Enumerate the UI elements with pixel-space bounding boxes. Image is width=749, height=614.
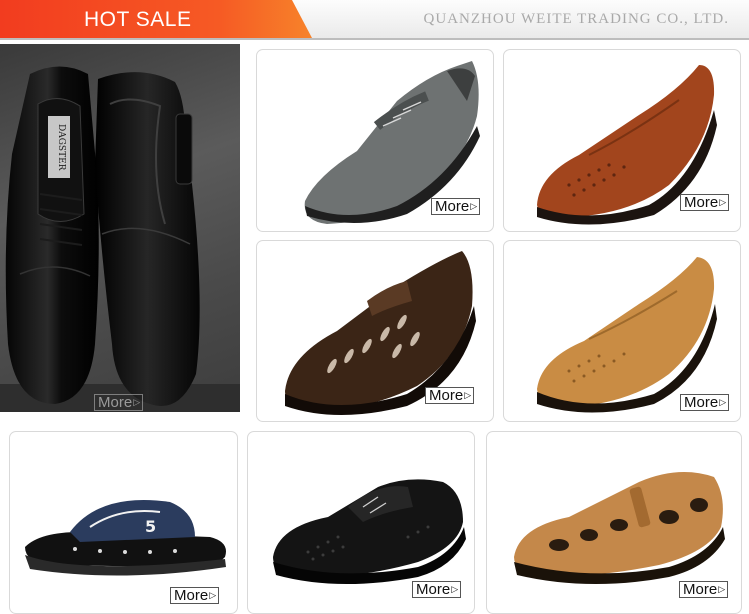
- more-label: More: [174, 587, 209, 604]
- more-label: More: [416, 581, 451, 598]
- play-triangle-icon: ▷: [209, 590, 217, 600]
- product-card[interactable]: More ▷: [256, 240, 494, 422]
- play-triangle-icon: ▷: [718, 584, 726, 594]
- play-triangle-icon: ▷: [719, 397, 727, 407]
- more-button[interactable]: More ▷: [412, 581, 462, 598]
- play-triangle-icon: ▷: [133, 397, 141, 407]
- feature-more-button[interactable]: More ▷: [94, 394, 144, 411]
- brand-label: DAGSTER: [56, 124, 66, 171]
- more-button[interactable]: More ▷: [679, 581, 729, 598]
- play-triangle-icon: ▷: [470, 201, 478, 211]
- more-button[interactable]: More ▷: [680, 194, 730, 211]
- play-triangle-icon: ▷: [719, 197, 727, 207]
- tan-perforated-loafer-image: [537, 257, 717, 413]
- header-bar: HOT SALE QUANZHOU WEITE TRADING CO., LTD…: [0, 0, 749, 40]
- more-label: More: [683, 581, 718, 598]
- more-label: More: [98, 394, 133, 411]
- hot-sale-title: HOT SALE: [84, 8, 192, 31]
- product-card[interactable]: More ▷: [247, 431, 475, 614]
- black-sport-slide-image: 5: [25, 500, 226, 576]
- product-card[interactable]: More ▷: [256, 49, 494, 232]
- black-oxford-shoes-image: DAGSTER: [0, 66, 240, 412]
- black-perforated-lace-up-image: [273, 479, 466, 585]
- play-triangle-icon: ▷: [464, 390, 472, 400]
- hot-sale-banner: HOT SALE: [0, 0, 312, 38]
- product-card[interactable]: More ▷: [486, 431, 742, 614]
- header-divider: [0, 38, 749, 40]
- svg-text:5: 5: [145, 517, 156, 536]
- more-label: More: [684, 194, 719, 211]
- product-card[interactable]: More ▷: [503, 49, 741, 232]
- more-label: More: [429, 387, 464, 404]
- feature-product-photo[interactable]: DAGSTER More ▷: [0, 44, 240, 412]
- play-triangle-icon: ▷: [451, 584, 459, 594]
- more-button[interactable]: More ▷: [431, 198, 481, 215]
- more-button[interactable]: More ▷: [425, 387, 475, 404]
- more-label: More: [435, 198, 470, 215]
- product-card[interactable]: 5 More ▷: [9, 431, 238, 614]
- more-button[interactable]: More ▷: [170, 587, 220, 604]
- tan-hollow-sandal-image: [514, 472, 725, 585]
- product-card[interactable]: More ▷: [503, 240, 741, 422]
- company-name: QUANZHOU WEITE TRADING CO., LTD.: [423, 11, 729, 27]
- more-label: More: [684, 394, 719, 411]
- more-button[interactable]: More ▷: [680, 394, 730, 411]
